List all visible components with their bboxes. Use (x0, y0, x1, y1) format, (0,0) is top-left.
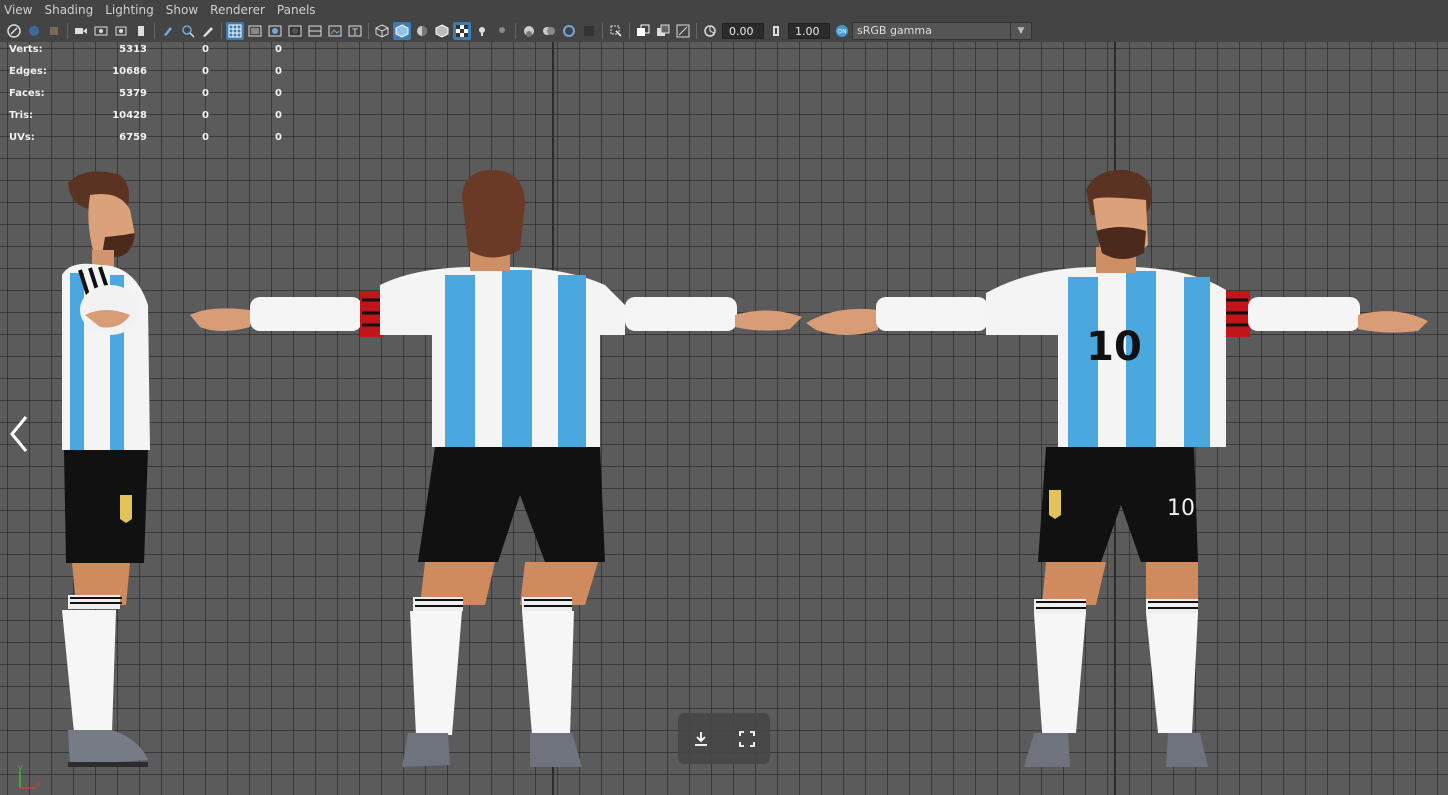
character-side-view (62, 171, 150, 767)
motion-blur-icon[interactable] (540, 22, 558, 40)
exposure-icon[interactable] (701, 22, 719, 40)
isolate-select-icon[interactable] (607, 22, 625, 40)
menu-view[interactable]: View (0, 0, 40, 20)
color-space-value: sRGB gamma (857, 24, 932, 37)
hud-value: 0 (202, 88, 209, 99)
hud-value: 0 (275, 88, 282, 99)
chevron-down-icon: ▼ (1010, 23, 1031, 39)
lights-icon[interactable] (473, 22, 491, 40)
safe-action-icon[interactable] (326, 22, 344, 40)
menu-shading[interactable]: Shading (40, 0, 101, 20)
ambient-occlusion-icon[interactable] (520, 22, 538, 40)
hud-value: 0 (202, 110, 209, 121)
menu-panels[interactable]: Panels (273, 0, 324, 20)
hud-row-faces: Faces: 5379 0 0 (9, 88, 299, 110)
wireframe-on-shaded-icon[interactable] (433, 22, 451, 40)
shorts-number: 10 (1167, 496, 1195, 521)
film-gate-toggle-icon[interactable] (246, 22, 264, 40)
hud-value: 0 (202, 132, 209, 143)
hud-value: 0 (202, 44, 209, 55)
exposure-field[interactable]: 0.00 (722, 23, 764, 39)
grid-icon[interactable] (226, 22, 244, 40)
prev-arrow-button[interactable] (4, 412, 34, 456)
hud-value: 0 (275, 44, 282, 55)
textured-icon[interactable] (453, 22, 471, 40)
hud-value: 10686 (112, 66, 147, 77)
fullscreen-button[interactable] (732, 724, 762, 754)
hud-value: 0 (202, 66, 209, 77)
hud-value: 0 (275, 110, 282, 121)
hud-row-verts: Verts: 5313 0 0 (9, 44, 299, 66)
xray-active-icon[interactable] (674, 22, 692, 40)
bookmark-icon[interactable] (45, 22, 63, 40)
hud-value: 6759 (119, 132, 147, 143)
hud-label: Faces: (9, 88, 45, 99)
image-overlay-controls (678, 713, 770, 764)
hud-value: 0 (275, 66, 282, 77)
select-camera-icon[interactable] (5, 22, 23, 40)
default-material-icon[interactable] (413, 22, 431, 40)
gamma-icon[interactable] (767, 22, 785, 40)
hud-label: Verts: (9, 44, 43, 55)
hud-row-tris: Tris: 10428 0 0 (9, 110, 299, 132)
field-chart-icon[interactable] (306, 22, 324, 40)
xray-icon[interactable] (634, 22, 652, 40)
svg-text:ON: ON (837, 29, 846, 36)
jersey-number: 10 (1086, 324, 1142, 370)
image-plane-icon[interactable] (132, 22, 150, 40)
depth-of-field-icon[interactable] (580, 22, 598, 40)
hud-label: Edges: (9, 66, 47, 77)
safe-title-icon[interactable]: T (346, 22, 364, 40)
brush-icon[interactable] (199, 22, 217, 40)
menu-bar: View Shading Lighting Show Renderer Pane… (0, 0, 1448, 20)
hud-value: 0 (275, 132, 282, 143)
color-space-select[interactable]: sRGB gamma ▼ (852, 22, 1032, 40)
character-front-view: 10 10 (806, 169, 1428, 767)
color-management-icon[interactable]: ON (833, 22, 851, 40)
axis-x-label: x (36, 779, 41, 788)
hud-value: 5379 (119, 88, 147, 99)
anti-alias-icon[interactable] (560, 22, 578, 40)
hud-row-edges: Edges: 10686 0 0 (9, 66, 299, 88)
resolution-gate-icon[interactable] (112, 22, 130, 40)
gate-mask-icon[interactable] (286, 22, 304, 40)
menu-show[interactable]: Show (162, 0, 206, 20)
grease-pencil-icon[interactable] (159, 22, 177, 40)
download-icon (695, 731, 707, 746)
smooth-shade-icon[interactable] (393, 22, 411, 40)
viewport-toolbar: T 0.00 1.00 ON sRGB gamma ▼ (0, 20, 1448, 42)
hud-row-uvs: UVs: 6759 0 0 (9, 132, 299, 154)
2d-pan-zoom-icon[interactable] (179, 22, 197, 40)
wireframe-icon[interactable] (373, 22, 391, 40)
menu-renderer[interactable]: Renderer (206, 0, 273, 20)
fullscreen-icon (739, 730, 755, 747)
hud-value: 10428 (112, 110, 147, 121)
resolution-toggle-icon[interactable] (266, 22, 284, 40)
prev-arrow-icon (10, 416, 28, 452)
xray-joints-icon[interactable] (654, 22, 672, 40)
hud-label: UVs: (9, 132, 35, 143)
film-gate-icon[interactable] (92, 22, 110, 40)
axis-indicator: y x (18, 763, 41, 789)
character-back-view (190, 170, 802, 767)
hud-value: 5313 (119, 44, 147, 55)
svg-text:T: T (351, 28, 358, 38)
menu-lighting[interactable]: Lighting (101, 0, 162, 20)
poly-count-hud: Verts: 5313 0 0 Edges: 10686 0 0 Faces: … (9, 44, 299, 154)
shadows-icon[interactable] (493, 22, 511, 40)
download-button[interactable] (686, 724, 716, 754)
axis-y-label: y (18, 763, 23, 772)
hud-label: Tris: (9, 110, 34, 121)
camera-attr-icon[interactable] (25, 22, 43, 40)
camera-icon[interactable] (72, 22, 90, 40)
gamma-field[interactable]: 1.00 (788, 23, 830, 39)
